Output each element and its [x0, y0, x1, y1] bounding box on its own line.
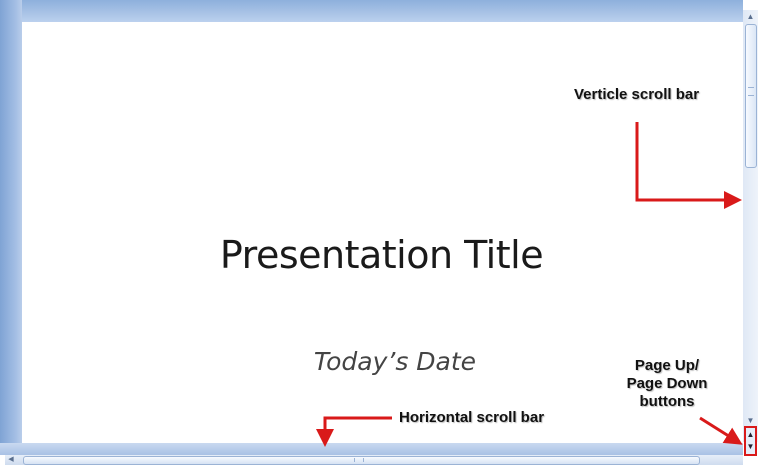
slide-editor-window: Presentation Title Today’s Date ▲ ▼ ▲ ▼ …	[0, 0, 763, 465]
horizontal-scrollbar-callout: Horizontal scroll bar	[399, 409, 545, 426]
editor-frame-bottom	[0, 443, 743, 455]
scroll-left-arrow-icon[interactable]: ◀	[5, 455, 17, 465]
scroll-down-arrow-icon[interactable]: ▼	[743, 414, 758, 426]
vertical-scrollbar-callout: Verticle scroll bar	[574, 86, 700, 103]
page-buttons-callout-line3: buttons	[639, 393, 695, 410]
horizontal-scroll-thumb[interactable]	[23, 456, 700, 465]
page-down-button[interactable]: ▼	[746, 441, 755, 453]
horizontal-grip-icon	[354, 458, 364, 462]
page-up-down-buttons: ▲ ▼	[744, 426, 757, 456]
horizontal-scrollbar[interactable]: ◀	[5, 455, 743, 465]
page-up-button[interactable]: ▲	[746, 429, 755, 441]
vertical-scrollbar[interactable]: ▲ ▼	[743, 10, 758, 442]
page-buttons-callout-line2: Page Down	[626, 375, 708, 392]
page-buttons-callout: Page Up/ Page Down buttons	[612, 357, 722, 411]
vertical-grip-icon	[748, 87, 754, 96]
vertical-scroll-thumb[interactable]	[745, 24, 757, 168]
editor-frame-top	[0, 0, 743, 22]
editor-frame-left	[0, 0, 22, 455]
scroll-up-arrow-icon[interactable]: ▲	[743, 10, 758, 23]
slide-title[interactable]: Presentation Title	[0, 233, 763, 277]
page-buttons-callout-line1: Page Up/	[634, 357, 700, 374]
